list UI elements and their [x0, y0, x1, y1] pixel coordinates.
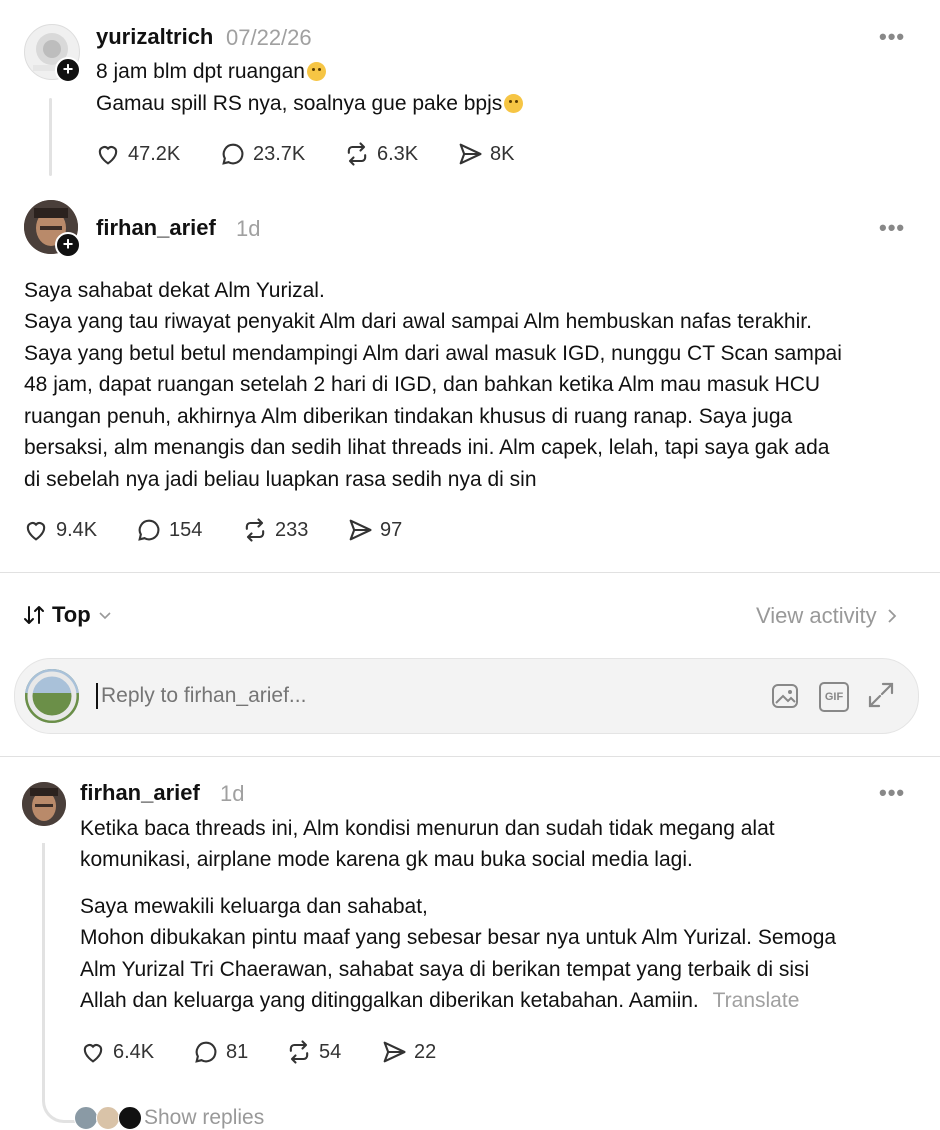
repost-button[interactable]: 6.3K	[343, 140, 418, 168]
share-button[interactable]: 97	[346, 516, 402, 544]
repost-count: 54	[319, 1040, 342, 1063]
avatar	[25, 669, 79, 723]
share-count: 22	[414, 1040, 437, 1063]
comment-button[interactable]: 154	[135, 516, 202, 544]
more-options-icon[interactable]: •••	[879, 215, 905, 241]
comment-icon	[195, 1041, 217, 1063]
follow-plus-icon[interactable]: +	[55, 57, 81, 83]
post-text-line: Saya sahabat dekat Alm Yurizal.	[24, 279, 325, 302]
like-button[interactable]: 9.4K	[22, 516, 97, 544]
like-button[interactable]: 47.2K	[94, 140, 180, 168]
reply-composer: GIF	[14, 658, 919, 734]
divider	[0, 756, 940, 757]
like-count: 6.4K	[113, 1040, 155, 1063]
post-text-line: Saya yang tau riwayat penyakit Alm dari …	[24, 310, 812, 333]
send-icon	[349, 519, 372, 541]
post-text-line: ruangan penuh, akhirnya Alm diberikan ti…	[24, 405, 793, 428]
comment-icon	[138, 519, 160, 541]
caret	[96, 683, 98, 709]
image-icon[interactable]	[770, 681, 800, 711]
like-count: 9.4K	[56, 518, 98, 541]
divider	[0, 572, 940, 573]
heart-icon	[98, 146, 118, 165]
like-count: 47.2K	[128, 142, 181, 165]
reply-text-line: komunikasi, airplane mode karena gk mau …	[80, 848, 693, 871]
follow-plus-icon[interactable]: +	[55, 232, 81, 258]
view-activity-label: View activity	[756, 603, 877, 628]
repost-button[interactable]: 54	[285, 1038, 341, 1066]
send-icon	[459, 143, 482, 165]
comment-count: 154	[169, 518, 203, 541]
translate-link[interactable]: Translate	[713, 989, 800, 1012]
avatar[interactable]	[22, 782, 66, 826]
comment-button[interactable]: 81	[192, 1038, 248, 1066]
gif-icon[interactable]: GIF	[819, 682, 849, 712]
like-button[interactable]: 6.4K	[79, 1038, 154, 1066]
more-options-icon[interactable]: •••	[879, 780, 905, 806]
avatar	[96, 1106, 120, 1130]
comment-count: 81	[226, 1040, 249, 1063]
comment-icon	[222, 143, 244, 165]
expand-icon[interactable]	[866, 680, 896, 710]
repost-icon	[289, 1040, 309, 1064]
post-time: 1d	[220, 781, 245, 806]
chevron-right-icon	[888, 609, 896, 623]
post-text-line: Gamau spill RS nya, soalnya gue pake bpj…	[96, 88, 524, 120]
sort-arrows-icon	[24, 606, 44, 624]
repost-button[interactable]: 233	[241, 516, 308, 544]
show-replies-button[interactable]: Show replies	[74, 1106, 264, 1130]
comment-button[interactable]: 23.7K	[219, 140, 305, 168]
heart-icon	[83, 1044, 103, 1063]
crying-smile-emoji-icon	[306, 62, 326, 81]
avatar	[118, 1106, 142, 1130]
avatar	[74, 1106, 98, 1130]
post-text-line: Saya yang betul betul mendampingi Alm da…	[24, 342, 842, 365]
post-text-line: 8 jam blm dpt ruangan	[96, 56, 326, 88]
reply-text-line: Mohon dibukakan pintu maaf yang sebesar …	[80, 926, 837, 949]
replier-avatars	[74, 1106, 142, 1130]
post-text-line: 48 jam, dapat ruangan setelah 2 hari di …	[24, 373, 821, 396]
post-text-line: di sebelah nya jadi beliau luapkan rasa …	[24, 468, 537, 491]
heart-icon	[26, 522, 46, 541]
send-icon	[383, 1041, 406, 1063]
comment-count: 23.7K	[253, 142, 306, 165]
repost-icon	[347, 142, 367, 166]
chevron-down-icon	[99, 612, 111, 620]
repost-count: 6.3K	[377, 142, 419, 165]
thread-line	[49, 98, 52, 176]
share-count: 97	[380, 518, 403, 541]
sort-dropdown[interactable]: Top	[22, 602, 113, 628]
reply-text-line: Saya mewakili keluarga dan sahabat,	[80, 895, 428, 918]
pleading-face-emoji-icon	[504, 94, 524, 113]
repost-count: 233	[275, 518, 309, 541]
username[interactable]: firhan_arief	[80, 780, 200, 806]
reply-input[interactable]	[99, 677, 743, 715]
reply-text-line: Allah dan keluarga yang ditinggalkan dib…	[80, 989, 800, 1012]
view-activity-link[interactable]: View activity	[756, 603, 899, 629]
reply-text-line: Alm Yurizal Tri Chaerawan, sahabat saya …	[80, 958, 810, 981]
post-time: 07/22/26	[226, 25, 312, 50]
reply-text-line: Ketika baca threads ini, Alm kondisi men…	[80, 817, 775, 840]
share-count: 8K	[490, 142, 515, 165]
share-button[interactable]: 8K	[456, 140, 514, 168]
username[interactable]: yurizaltrich	[96, 24, 213, 50]
username[interactable]: firhan_arief	[96, 215, 216, 241]
sort-label: Top	[52, 602, 91, 627]
share-button[interactable]: 22	[380, 1038, 436, 1066]
post-text-line: bersaksi, alm menangis dan sedih lihat t…	[24, 436, 830, 459]
show-replies-label: Show replies	[144, 1106, 265, 1129]
post-time: 1d	[236, 216, 261, 241]
repost-icon	[245, 518, 265, 542]
thread-line	[42, 843, 75, 1123]
more-options-icon[interactable]: •••	[879, 24, 905, 50]
